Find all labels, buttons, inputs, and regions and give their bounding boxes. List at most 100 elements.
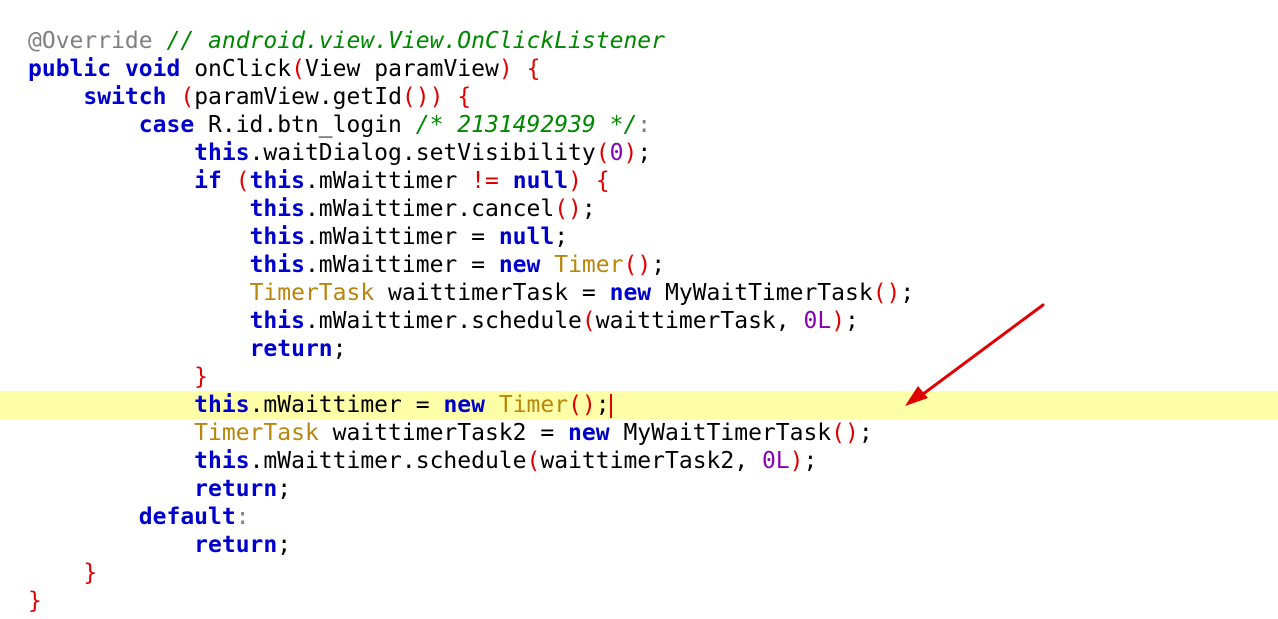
code-text: this.mWaittimer.schedule(waittimerTask, … [28,307,859,335]
code-token: .mWaittimer [304,168,472,194]
code-token: new [609,280,652,306]
code-text: TimerTask waittimerTask2 = new MyWaitTim… [28,419,873,447]
code-token: MyWaitTimerTask [609,420,832,446]
code-token: () [568,392,596,418]
code-token: ; [900,280,915,306]
code-token: ) [498,56,513,82]
code-token: ( [291,56,305,82]
code-line[interactable]: } [0,587,1278,615]
code-token: : [235,504,250,530]
code-text: this.mWaittimer = new Timer(); [28,251,665,279]
code-line[interactable]: if (this.mWaittimer != null) { [0,167,1278,195]
code-token: null [498,224,555,250]
code-text: public void onClick(View paramView) { [28,55,540,83]
code-token: if [194,168,222,194]
code-token: ) [568,168,582,194]
code-token: 0L [803,308,832,334]
code-token: ; [845,308,859,334]
code-token: ( [526,448,541,474]
code-line[interactable]: TimerTask waittimerTask = new MyWaitTime… [0,279,1278,307]
code-token: != [471,168,499,194]
code-line[interactable]: TimerTask waittimerTask2 = new MyWaitTim… [0,419,1278,447]
code-token: ( [581,308,596,334]
code-token: /* 2131492939 */ [415,112,638,138]
code-token: ; [554,224,569,250]
code-token: .waitDialog.setVisibility [249,140,596,166]
code-line[interactable]: } [0,559,1278,587]
code-token: waittimerTask = [374,280,610,306]
code-token: ; [581,196,596,222]
code-token: ) [831,308,846,334]
code-token: ; [595,392,610,418]
code-line[interactable]: default: [0,503,1278,531]
code-text: return; [28,475,291,503]
code-token: ( [235,168,250,194]
code-token: ; [803,448,818,474]
code-token: return [194,476,278,502]
code-token: this [194,392,250,418]
code-token: .mWaittimer.schedule [249,448,527,474]
code-token: MyWaitTimerTask [651,280,873,306]
code-line[interactable]: @Override // android.view.View.OnClickLi… [0,27,1278,55]
code-line[interactable]: switch (paramView.getId()) { [0,83,1278,111]
code-token: // android.view.View.OnClickListener [166,28,665,54]
code-line[interactable]: this.waitDialog.setVisibility(0); [0,139,1278,167]
code-line[interactable]: this.mWaittimer.schedule(waittimerTask, … [0,307,1278,335]
code-text: this.waitDialog.setVisibility(0); [28,139,651,167]
code-token: () [623,252,652,278]
code-text: TimerTask waittimerTask = new MyWaitTime… [28,279,915,307]
code-token: { [457,84,472,110]
code-token: paramView.getId [194,84,402,110]
code-token: return [194,532,278,558]
code-token: View paramView [304,56,499,82]
code-line[interactable]: this.mWaittimer = new Timer(); [0,251,1278,279]
code-line[interactable]: this.mWaittimer = null; [0,223,1278,251]
code-token: () [872,280,901,306]
code-token: TimerTask [194,420,319,446]
code-text: switch (paramView.getId()) { [28,83,471,111]
code-token: this [194,448,250,474]
code-line[interactable]: this.mWaittimer = new Timer(); [0,391,1278,419]
text-caret [609,393,612,418]
code-token: null [512,168,569,194]
code-token: void [124,56,181,82]
code-line[interactable]: public void onClick(View paramView) { [0,55,1278,83]
code-editor[interactable]: @Override // android.view.View.OnClickLi… [0,0,1278,619]
code-token: @Override [28,28,153,54]
code-token: this [249,308,305,334]
code-token: this [194,140,250,166]
code-token: Timer [554,252,624,278]
code-token: { [595,168,610,194]
code-token: .mWaittimer = [304,224,499,250]
code-line[interactable]: this.mWaittimer.schedule(waittimerTask2,… [0,447,1278,475]
code-token: ; [858,420,873,446]
code-line[interactable]: return; [0,335,1278,363]
code-line[interactable]: this.mWaittimer.cancel(); [0,195,1278,223]
code-token: public [28,56,112,82]
code-token: this [249,224,305,250]
code-line[interactable]: case R.id.btn_login /* 2131492939 */: [0,111,1278,139]
code-line[interactable]: return; [0,475,1278,503]
code-token: ; [332,336,347,362]
code-token: R.id.btn_login [194,112,416,138]
code-token: ; [637,140,652,166]
code-token: : [637,112,652,138]
code-text: if (this.mWaittimer != null) { [28,167,610,195]
code-line[interactable]: } [0,363,1278,391]
code-line[interactable]: return; [0,531,1278,559]
